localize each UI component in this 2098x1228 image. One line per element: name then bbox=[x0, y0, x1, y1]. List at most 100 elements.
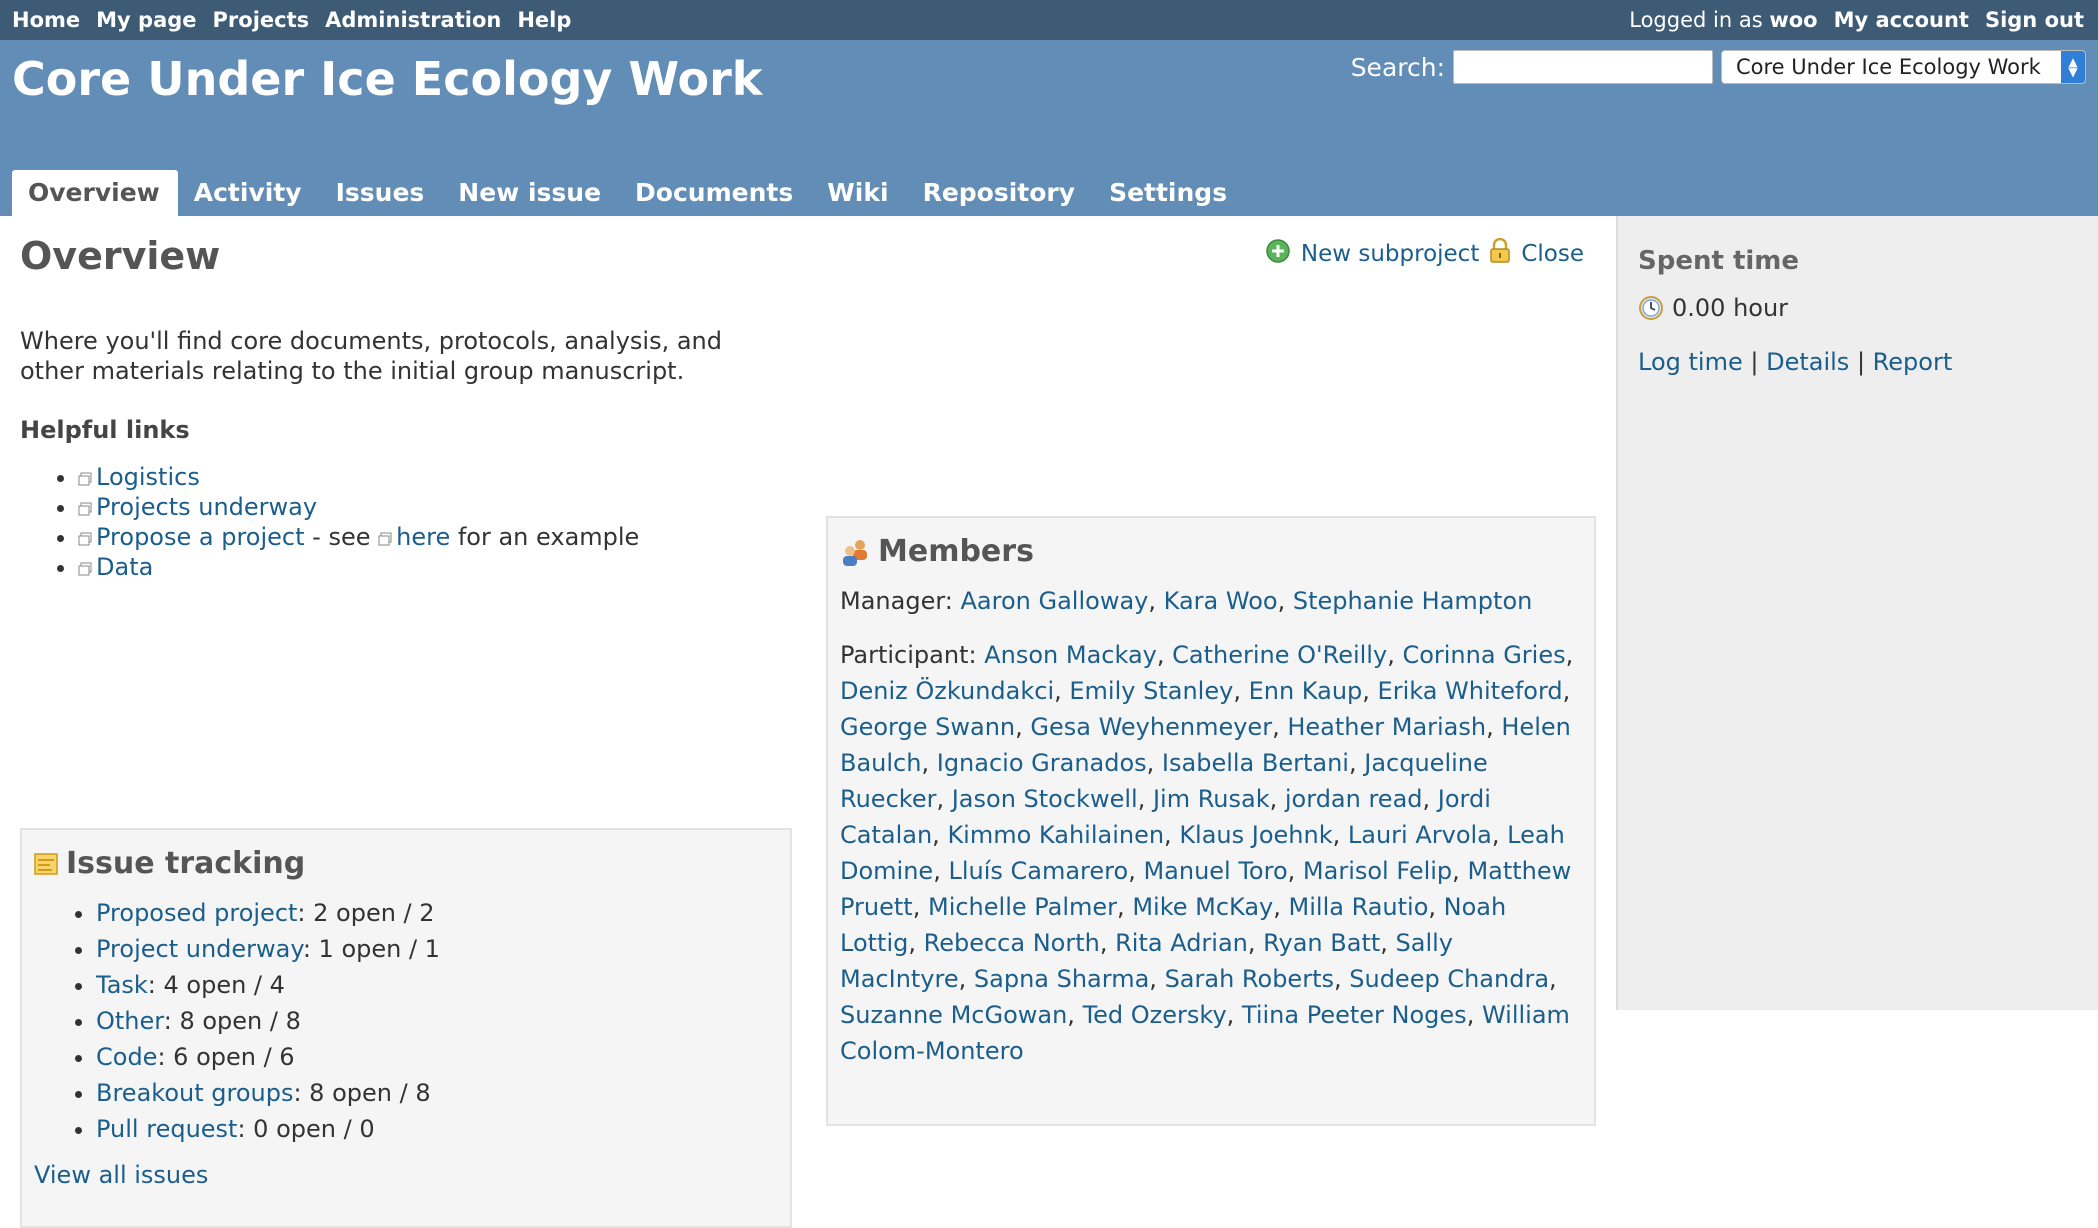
list-item: Proposed project: 2 open / 2 bbox=[96, 895, 778, 931]
member-link[interactable]: jordan read bbox=[1285, 785, 1423, 813]
tracker-link[interactable]: Other bbox=[96, 1007, 164, 1035]
member-link[interactable]: Erika Whiteford bbox=[1378, 677, 1563, 705]
member-link[interactable]: Ryan Batt bbox=[1263, 929, 1380, 957]
member-link[interactable]: Rebecca North bbox=[924, 929, 1100, 957]
top-menu: Home My page Projects Administration Hel… bbox=[0, 0, 2098, 40]
content: Overview New subproject Close Where you'… bbox=[0, 216, 1616, 1228]
search-label: Search: bbox=[1350, 52, 1445, 82]
issue-tracking-heading: Issue tracking bbox=[34, 846, 778, 881]
tracker-link[interactable]: Task bbox=[96, 971, 148, 999]
tab-repository[interactable]: Repository bbox=[907, 170, 1093, 216]
wiki-page-icon bbox=[78, 562, 92, 576]
member-link[interactable]: Sudeep Chandra bbox=[1349, 965, 1549, 993]
participants-list: Anson Mackay, Catherine O'Reilly, Corinn… bbox=[840, 641, 1574, 1065]
tab-documents[interactable]: Documents bbox=[619, 170, 811, 216]
for-example-text: for an example bbox=[450, 523, 640, 551]
data-link[interactable]: Data bbox=[96, 553, 153, 581]
tab-wiki[interactable]: Wiki bbox=[811, 170, 906, 216]
member-link[interactable]: Jim Rusak bbox=[1153, 785, 1270, 813]
participants-row: Participant: Anson Mackay, Catherine O'R… bbox=[840, 637, 1582, 1069]
tracker-counts: : 0 open / 0 bbox=[237, 1115, 375, 1143]
top-menu-home[interactable]: Home bbox=[12, 8, 80, 32]
member-link[interactable]: Anson Mackay bbox=[984, 641, 1157, 669]
member-link[interactable]: Aaron Galloway bbox=[961, 587, 1149, 615]
member-link[interactable]: Tiina Peeter Noges bbox=[1242, 1001, 1467, 1029]
issue-tracking-title: Issue tracking bbox=[66, 846, 306, 881]
member-link[interactable]: Kimmo Kahilainen bbox=[947, 821, 1164, 849]
here-link[interactable]: here bbox=[396, 523, 450, 551]
tracker-link[interactable]: Pull request bbox=[96, 1115, 237, 1143]
top-menu-projects[interactable]: Projects bbox=[213, 8, 310, 32]
member-link[interactable]: Corinna Gries bbox=[1402, 641, 1565, 669]
separator: | bbox=[1750, 348, 1759, 376]
member-link[interactable]: Emily Stanley bbox=[1069, 677, 1233, 705]
my-account-link[interactable]: My account bbox=[1834, 8, 1969, 32]
logged-in-prefix: Logged in as bbox=[1629, 8, 1763, 32]
member-link[interactable]: Mike McKay bbox=[1132, 893, 1273, 921]
top-menu-my-page[interactable]: My page bbox=[96, 8, 196, 32]
top-menu-help[interactable]: Help bbox=[517, 8, 571, 32]
list-item: Projects underway bbox=[78, 492, 792, 522]
list-item: Project underway: 1 open / 1 bbox=[96, 931, 778, 967]
member-link[interactable]: Catherine O'Reilly bbox=[1172, 641, 1387, 669]
member-link[interactable]: Milla Rautio bbox=[1289, 893, 1429, 921]
member-link[interactable]: Stephanie Hampton bbox=[1293, 587, 1533, 615]
project-description: Where you'll find core documents, protoc… bbox=[20, 326, 792, 582]
project-jump-select[interactable]: Core Under Ice Ecology Work ▲ ▼ bbox=[1721, 50, 2086, 84]
new-subproject-link[interactable]: New subproject bbox=[1301, 241, 1479, 267]
tracker-link[interactable]: Code bbox=[96, 1043, 157, 1071]
sign-out-link[interactable]: Sign out bbox=[1985, 8, 2084, 32]
details-link[interactable]: Details bbox=[1766, 348, 1849, 376]
spent-time-links: Log time | Details | Report bbox=[1638, 348, 2078, 376]
member-link[interactable]: Ignacio Granados bbox=[937, 749, 1147, 777]
top-menu-administration[interactable]: Administration bbox=[325, 8, 501, 32]
tracker-counts: : 6 open / 6 bbox=[157, 1043, 295, 1071]
member-link[interactable]: Enn Kaup bbox=[1249, 677, 1363, 705]
member-link[interactable]: Isabella Bertani bbox=[1162, 749, 1349, 777]
logistics-link[interactable]: Logistics bbox=[96, 463, 200, 491]
member-link[interactable]: George Swann bbox=[840, 713, 1015, 741]
tracker-link[interactable]: Proposed project bbox=[96, 899, 297, 927]
projects-underway-link[interactable]: Projects underway bbox=[96, 493, 317, 521]
participant-label: Participant: bbox=[840, 641, 977, 669]
tracker-link[interactable]: Project underway bbox=[96, 935, 303, 963]
log-time-link[interactable]: Log time bbox=[1638, 348, 1743, 376]
member-link[interactable]: Deniz Özkundakci bbox=[840, 677, 1054, 705]
member-link[interactable]: Marisol Felip bbox=[1303, 857, 1452, 885]
page-title: Overview bbox=[20, 234, 221, 278]
tab-new-issue[interactable]: New issue bbox=[442, 170, 619, 216]
tab-issues[interactable]: Issues bbox=[320, 170, 443, 216]
spent-hours: 0.00 hour bbox=[1672, 294, 1789, 322]
member-link[interactable]: Sapna Sharma bbox=[974, 965, 1149, 993]
close-project-link[interactable]: Close bbox=[1521, 241, 1584, 267]
member-link[interactable]: Manuel Toro bbox=[1143, 857, 1287, 885]
logged-in-user[interactable]: woo bbox=[1769, 8, 1817, 32]
member-link[interactable]: Ted Ozersky bbox=[1083, 1001, 1227, 1029]
tab-settings[interactable]: Settings bbox=[1093, 170, 1245, 216]
project-title: Core Under Ice Ecology Work bbox=[12, 52, 763, 106]
list-item: Other: 8 open / 8 bbox=[96, 1003, 778, 1039]
list-item: Propose a project - see here for an exam… bbox=[78, 522, 792, 552]
tab-overview[interactable]: Overview bbox=[12, 170, 178, 216]
search-input[interactable] bbox=[1453, 50, 1713, 84]
member-link[interactable]: Lluís Camarero bbox=[948, 857, 1128, 885]
issue-tracking-icon bbox=[34, 852, 58, 875]
member-link[interactable]: Kara Woo bbox=[1164, 587, 1278, 615]
member-link[interactable]: Rita Adrian bbox=[1115, 929, 1248, 957]
tracker-link[interactable]: Breakout groups bbox=[96, 1079, 293, 1107]
member-link[interactable]: Gesa Weyhenmeyer bbox=[1030, 713, 1272, 741]
member-link[interactable]: Klaus Joehnk bbox=[1179, 821, 1332, 849]
clock-icon bbox=[1639, 296, 1663, 320]
member-link[interactable]: Suzanne McGowan bbox=[840, 1001, 1067, 1029]
propose-project-link[interactable]: Propose a project bbox=[96, 523, 305, 551]
member-link[interactable]: Jason Stockwell bbox=[952, 785, 1138, 813]
member-link[interactable]: Michelle Palmer bbox=[928, 893, 1117, 921]
tab-activity[interactable]: Activity bbox=[178, 170, 320, 216]
wiki-page-icon bbox=[378, 532, 392, 546]
view-all-issues-link[interactable]: View all issues bbox=[34, 1161, 208, 1189]
member-link[interactable]: Heather Mariash bbox=[1287, 713, 1486, 741]
member-link[interactable]: Sarah Roberts bbox=[1165, 965, 1334, 993]
report-link[interactable]: Report bbox=[1873, 348, 1953, 376]
helpful-links-list: Logistics Projects underway Propose a pr… bbox=[20, 462, 792, 582]
member-link[interactable]: Lauri Arvola bbox=[1348, 821, 1492, 849]
